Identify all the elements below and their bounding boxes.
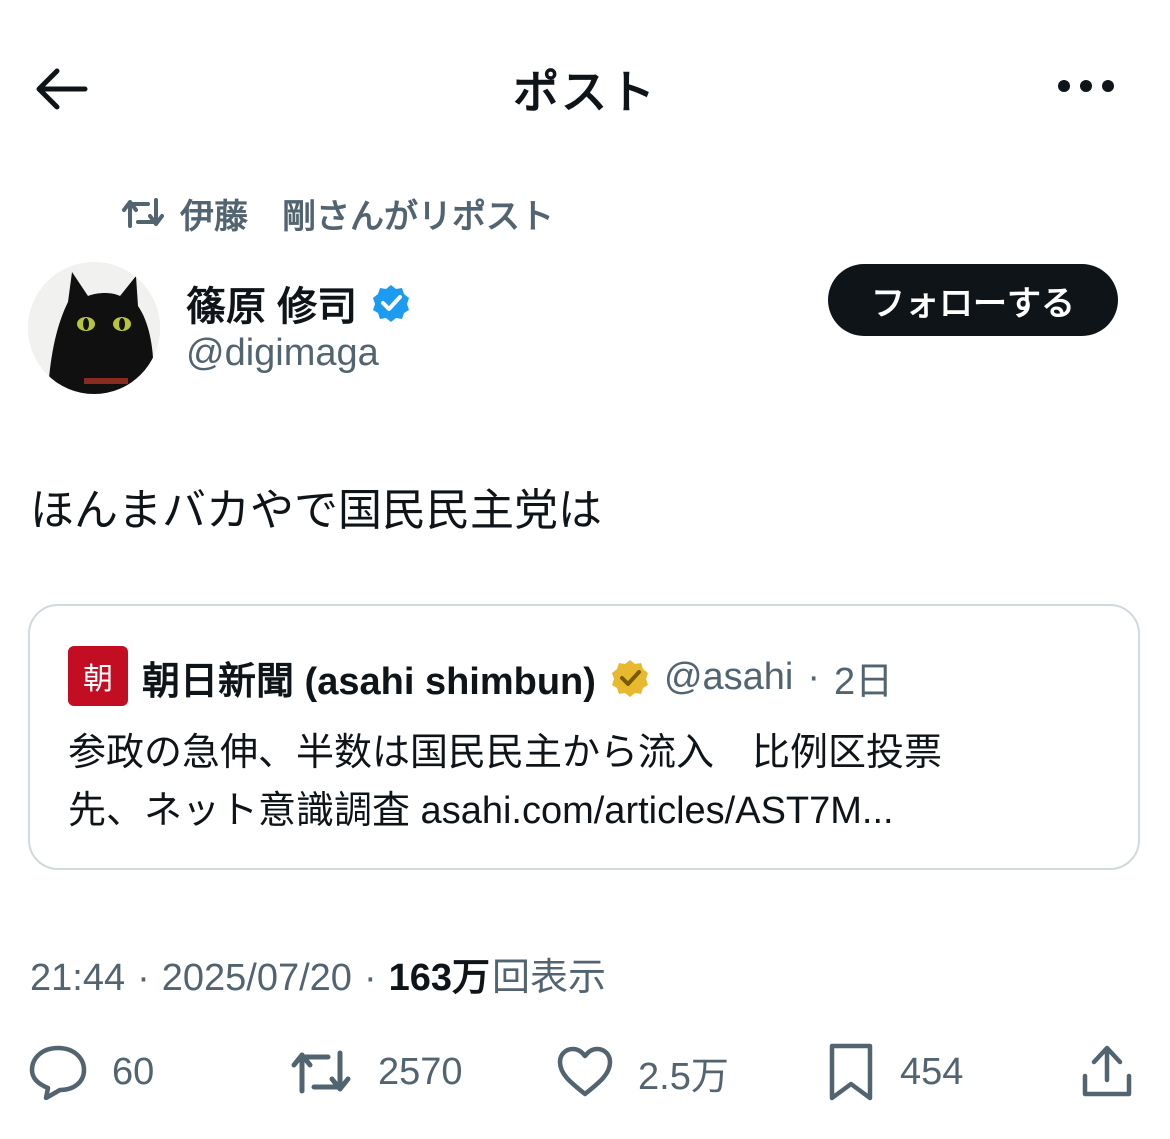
quote-text-line: 先、ネット意識調査 asahi.com/articles/AST7M...	[68, 790, 894, 832]
meta-separator: ·	[137, 957, 150, 999]
reply-icon	[29, 1045, 87, 1100]
post-time: 21:44	[30, 957, 126, 999]
repost-icon	[291, 1050, 351, 1094]
reply-button[interactable]: 60	[28, 1040, 154, 1104]
quote-author-handle: @asahi	[663, 656, 794, 698]
verified-gold-badge-icon	[611, 659, 648, 697]
quote-separator: ·	[807, 656, 821, 698]
bookmark-button[interactable]: 454	[826, 1040, 963, 1104]
reply-count: 60	[112, 1050, 155, 1093]
quote-text: 参政の急伸、半数は国民民主から流入 比例区投票 先、ネット意識調査 asahi.…	[68, 724, 1108, 840]
asahi-logo-icon: 朝	[68, 646, 128, 706]
post-text: ほんまバカやで国民民主党は	[30, 486, 602, 535]
bookmark-count: 454	[900, 1050, 964, 1093]
heart-icon	[557, 1046, 613, 1097]
like-button[interactable]: 2.5万	[556, 1040, 729, 1104]
views-label: 回表示	[492, 957, 607, 999]
avatar[interactable]	[28, 262, 160, 394]
quoted-post-card[interactable]: 朝 朝日新聞 (asahi shimbun) @asahi · 2日 参政の急伸…	[28, 604, 1140, 870]
quote-timestamp: 2日	[834, 661, 894, 703]
share-icon	[1082, 1045, 1132, 1097]
repost-context: 伊藤 剛さんがリポスト	[120, 190, 554, 236]
retweet-button[interactable]: 2570	[288, 1040, 463, 1104]
post-meta: 21:44 · 2025/07/20 · 163万 回表示	[30, 946, 606, 1001]
retweet-count: 2570	[378, 1050, 463, 1093]
black-cat-avatar-image	[28, 262, 160, 394]
page-title: ポスト	[513, 66, 657, 118]
meta-separator: ·	[363, 957, 377, 999]
more-horizontal-icon	[1058, 80, 1114, 92]
author-name-row[interactable]: 篠原 修司	[186, 274, 411, 332]
author-name[interactable]: 篠原 修司	[186, 274, 357, 332]
quote-author-name: 朝日新聞 (asahi shimbun)	[142, 661, 596, 703]
quote-header: 朝日新聞 (asahi shimbun) @asahi · 2日	[142, 650, 893, 705]
like-count: 2.5万	[638, 1055, 729, 1098]
author-handle[interactable]: @digimaga	[186, 332, 379, 375]
quote-text-line: 参政の急伸、半数は国民民主から流入 比例区投票	[68, 732, 943, 774]
more-button[interactable]	[1050, 58, 1122, 114]
repost-label: 伊藤 剛さんがリポスト	[180, 197, 554, 236]
bookmark-icon	[829, 1043, 873, 1101]
views-count: 163万	[388, 957, 490, 999]
post-date: 2025/07/20	[161, 957, 352, 999]
verified-badge-icon	[373, 285, 410, 322]
repost-icon	[122, 198, 164, 228]
follow-button[interactable]: フォローする	[828, 264, 1118, 336]
share-button[interactable]	[1080, 1040, 1134, 1104]
